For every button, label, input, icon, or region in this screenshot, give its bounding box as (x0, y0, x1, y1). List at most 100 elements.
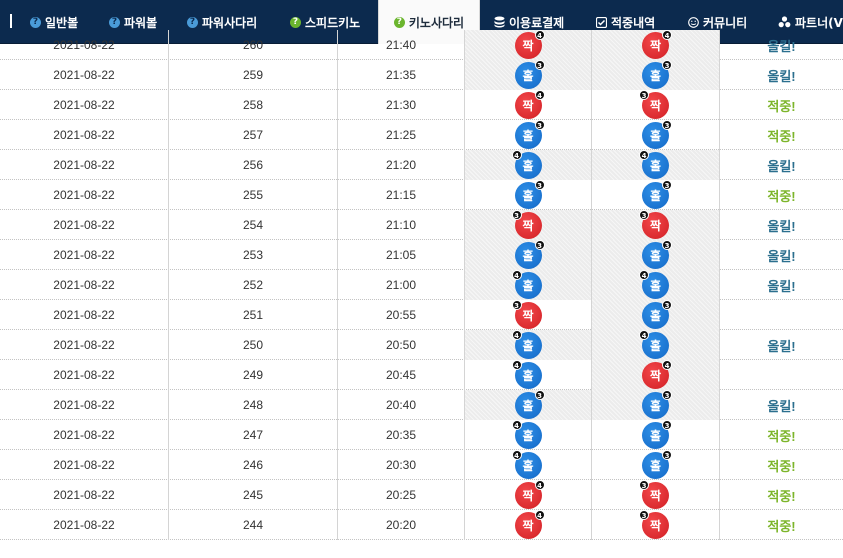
tab-label: 커뮤니티 (703, 15, 748, 30)
ball-label: 홀 (649, 398, 662, 413)
row-verdict (720, 300, 843, 330)
row-verdict: 적중! (767, 188, 796, 204)
row-date: 2021-08-22 (0, 240, 169, 270)
row-date: 2021-08-22 (0, 60, 169, 90)
row-time: 21:30 (338, 90, 465, 120)
row-time: 21:00 (338, 270, 465, 300)
ball-label: 홀 (649, 278, 662, 293)
odd-ball: 홀3 (642, 119, 672, 149)
ball-count-badge: 3 (534, 119, 545, 130)
question-circle-green-icon: ? (393, 16, 405, 28)
row-result-left: 홀4 (465, 269, 592, 300)
database-icon (494, 16, 505, 28)
odd-ball: 홀3 (514, 239, 545, 269)
ball-label: 홀 (522, 68, 534, 83)
row-result-left: 짝4 (465, 479, 592, 510)
table-row: 2021-08-22 259 21:35 홀 3 홀 3 올킬! (0, 59, 843, 90)
table-row: 2021-08-22 256 21:20 홀 4 홀 4 올킬! (0, 149, 843, 180)
tab-label: 스피드키노 (305, 15, 361, 30)
row-verdict: 올킬! (767, 338, 796, 354)
ball-label: 짝 (522, 98, 534, 113)
ball-label: 짝 (649, 218, 662, 233)
row-time: 20:40 (338, 390, 465, 420)
ball-label: 홀 (522, 398, 534, 413)
row-verdict: 올킬! (767, 68, 796, 84)
odd-ball: 홀3 (642, 239, 672, 269)
even-ball: 짝3 (511, 209, 542, 239)
row-date: 2021-08-22 (0, 450, 169, 480)
ball-label: 짝 (649, 368, 662, 383)
row-round: 249 (169, 360, 338, 390)
tab-label: 파워볼 (124, 15, 158, 30)
row-verdict (720, 360, 843, 390)
odd-ball: 홀3 (642, 419, 672, 449)
row-result-right: 홀4 (592, 269, 720, 300)
ball-label: 홀 (649, 308, 662, 323)
row-result-left: 홀4 (465, 359, 592, 390)
row-result-left: 홀3 (465, 389, 592, 420)
tab-label: 적중내역 (611, 15, 656, 30)
question-circle-icon: ? (30, 16, 41, 28)
row-verdict: 올킬! (767, 158, 796, 174)
ball-label: 짝 (649, 488, 662, 503)
row-date: 2021-08-22 (0, 270, 169, 300)
tab-label: 파워사다리 (202, 15, 258, 30)
odd-ball: 홀4 (639, 329, 669, 359)
odd-ball: 홀3 (642, 389, 672, 419)
row-date: 2021-08-22 (0, 390, 169, 420)
table-row: 2021-08-22 257 21:25 홀 3 홀 3 적중! (0, 119, 843, 150)
even-ball: 짝3 (639, 509, 669, 539)
row-date: 2021-08-22 (0, 300, 169, 330)
question-circle-icon: ? (109, 16, 120, 28)
row-result-right: 홀4 (592, 329, 720, 360)
ball-count-badge: 4 (534, 29, 545, 40)
question-circle-green-icon: ? (290, 16, 301, 28)
check-square-icon (596, 16, 607, 28)
row-verdict: 적중! (767, 128, 796, 144)
ball-label: 홀 (522, 338, 534, 353)
ball-label: 홀 (649, 158, 662, 173)
row-result-left: 짝3 (465, 209, 592, 240)
ball-label: 홀 (522, 458, 534, 473)
row-result-right: 홀3 (592, 59, 720, 90)
ball-count-badge: 4 (662, 359, 672, 370)
row-date: 2021-08-22 (0, 180, 169, 210)
row-time: 21:10 (338, 210, 465, 240)
row-time: 21:25 (338, 120, 465, 150)
row-result-right: 홀3 (592, 239, 720, 270)
ball-count-badge: 4 (639, 329, 649, 340)
row-round: 259 (169, 60, 338, 90)
ball-count-badge: 3 (662, 119, 672, 130)
row-date: 2021-08-22 (0, 120, 169, 150)
ball-label: 짝 (522, 518, 534, 533)
ball-count-badge: 3 (534, 179, 545, 190)
row-date: 2021-08-22 (0, 360, 169, 390)
row-result-left: 짝4 (465, 29, 592, 60)
ball-label: 홀 (649, 128, 662, 143)
ball-count-badge: 3 (639, 479, 649, 490)
ball-label: 짝 (649, 98, 662, 113)
ball-label: 홀 (522, 188, 534, 203)
row-result-left: 홀4 (465, 329, 592, 360)
ball-count-badge: 4 (511, 329, 522, 340)
ball-label: 홀 (522, 158, 534, 173)
row-verdict: 적중! (767, 428, 796, 444)
row-time: 20:20 (338, 510, 465, 540)
row-date: 2021-08-22 (0, 210, 169, 240)
ball-count-badge: 4 (534, 479, 545, 490)
cubes-icon (778, 16, 791, 28)
row-result-left: 짝3 (465, 299, 592, 330)
row-result-right: 홀3 (592, 119, 720, 150)
odd-ball: 홀3 (642, 179, 672, 209)
row-result-left: 홀4 (465, 149, 592, 180)
ball-count-badge: 3 (534, 239, 545, 250)
smile-icon (688, 16, 699, 28)
row-result-right: 짝3 (592, 89, 720, 120)
row-time: 20:30 (338, 450, 465, 480)
question-circle-icon: ? (187, 16, 198, 28)
row-verdict: 올킬! (767, 248, 796, 264)
row-result-right: 홀3 (592, 419, 720, 450)
row-result-right: 홀3 (592, 299, 720, 330)
ball-count-badge: 3 (639, 89, 649, 100)
row-round: 253 (169, 240, 338, 270)
